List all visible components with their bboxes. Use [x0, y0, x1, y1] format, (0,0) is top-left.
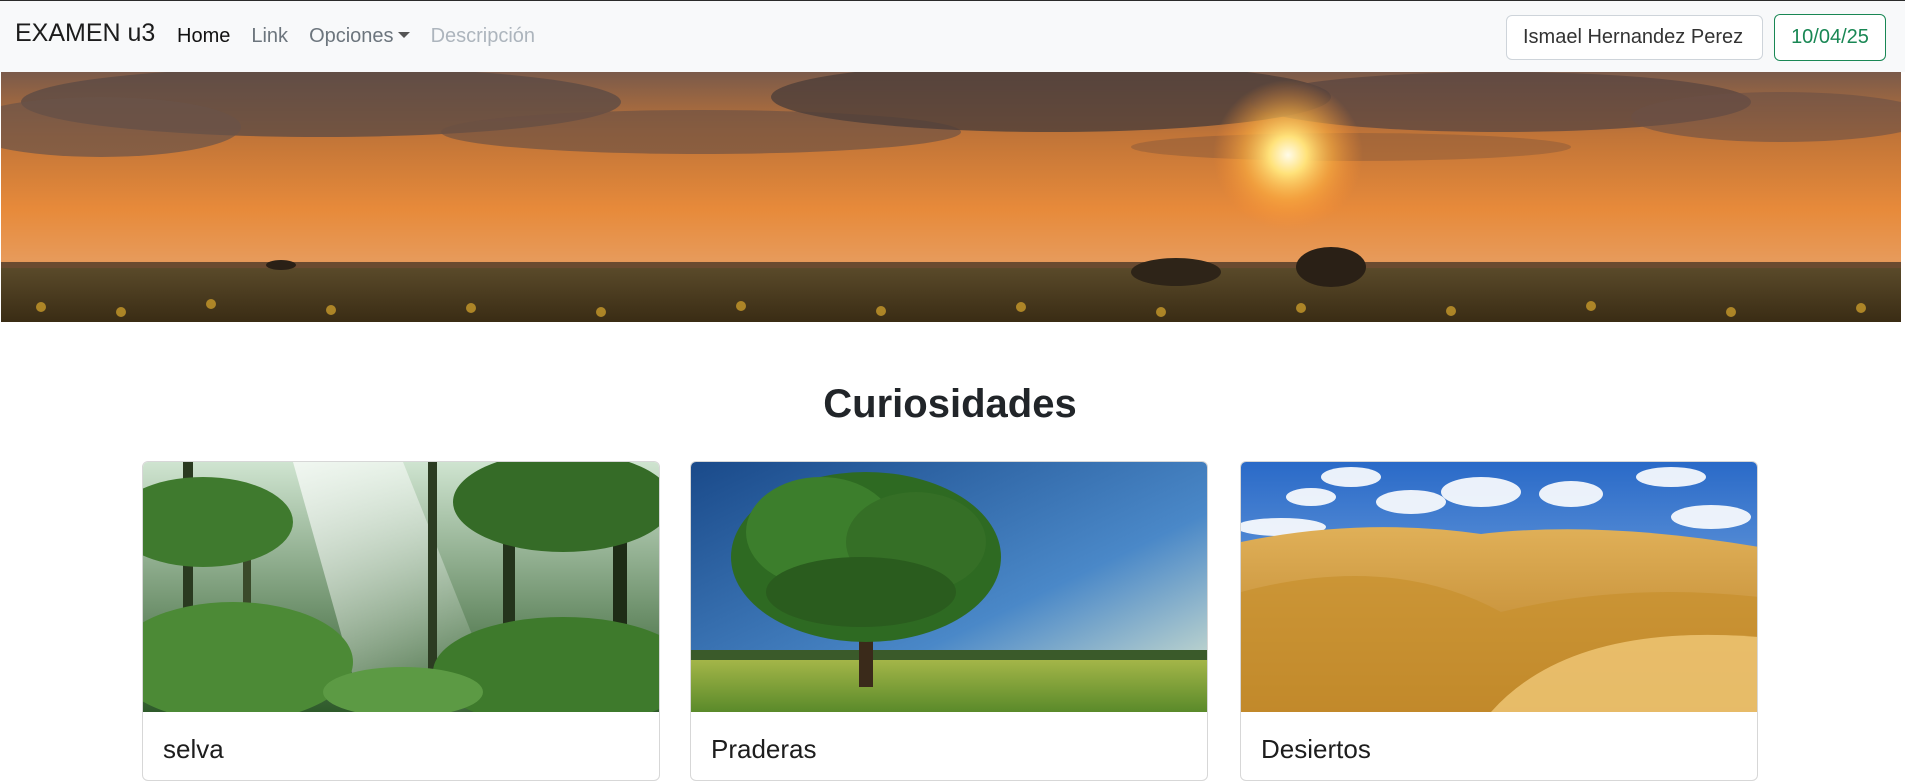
section-title: Curiosidades — [823, 382, 1077, 426]
hero-banner — [1, 72, 1901, 322]
jungle-image — [143, 462, 659, 712]
card-title: selva — [163, 734, 224, 764]
card-desiertos[interactable]: Desiertos — [1240, 461, 1758, 781]
date-button[interactable]: 10/04/25 — [1774, 14, 1886, 61]
nav-links: Home Link Opciones Descripción — [177, 25, 556, 48]
navbar-brand[interactable]: EXAMEN u3 — [15, 19, 155, 48]
caret-down-icon — [397, 32, 410, 38]
sunset-image — [1, 72, 1901, 322]
nav-link-link[interactable]: Link — [251, 25, 288, 48]
navbar: EXAMEN u3 Home Link Opciones Descripción… — [0, 0, 1905, 72]
desert-dunes-image — [1241, 462, 1757, 712]
meadow-tree-image — [691, 462, 1207, 712]
nav-link-home[interactable]: Home — [177, 25, 230, 48]
nav-dropdown-opciones[interactable]: Opciones — [309, 25, 410, 48]
card-selva[interactable]: selva — [142, 461, 660, 781]
card-title: Praderas — [711, 734, 817, 764]
card-title: Desiertos — [1261, 734, 1371, 764]
nav-dropdown-label: Opciones — [309, 25, 394, 47]
nav-link-descripcion: Descripción — [430, 25, 536, 47]
search-input[interactable] — [1506, 15, 1763, 60]
card-praderas[interactable]: Praderas — [690, 461, 1208, 781]
